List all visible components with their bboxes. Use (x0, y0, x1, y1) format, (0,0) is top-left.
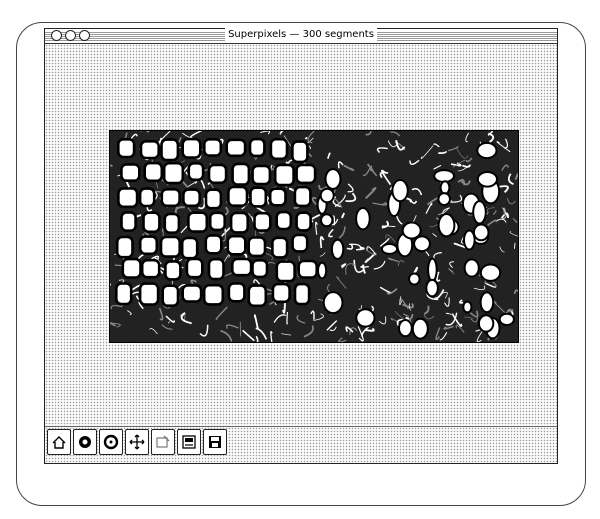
close-button[interactable] (51, 30, 62, 41)
superpixel-image (109, 130, 519, 343)
subplots-icon (182, 435, 196, 449)
zoom-button[interactable] (79, 30, 90, 41)
minimize-button[interactable] (65, 30, 76, 41)
zoom-rect-icon (156, 435, 170, 448)
navigation-toolbar (45, 426, 557, 463)
forward-button[interactable] (99, 429, 123, 455)
forward-icon (103, 434, 119, 450)
home-icon (52, 436, 66, 449)
subplots-button[interactable] (177, 429, 201, 455)
zoom-button-tool[interactable] (151, 429, 175, 455)
save-icon (209, 436, 221, 448)
segmentation-overlay (110, 131, 518, 342)
window-title: Superpixels — 300 segments (225, 28, 377, 42)
home-button[interactable] (47, 429, 71, 455)
figure-window: Superpixels — 300 segments (44, 28, 558, 464)
back-icon (79, 436, 91, 448)
pan-button[interactable] (125, 429, 149, 455)
save-button[interactable] (203, 429, 227, 455)
back-button[interactable] (73, 429, 97, 455)
title-bar[interactable]: Superpixels — 300 segments (45, 28, 557, 44)
pan-icon (129, 434, 145, 450)
figure-canvas[interactable] (45, 44, 557, 427)
